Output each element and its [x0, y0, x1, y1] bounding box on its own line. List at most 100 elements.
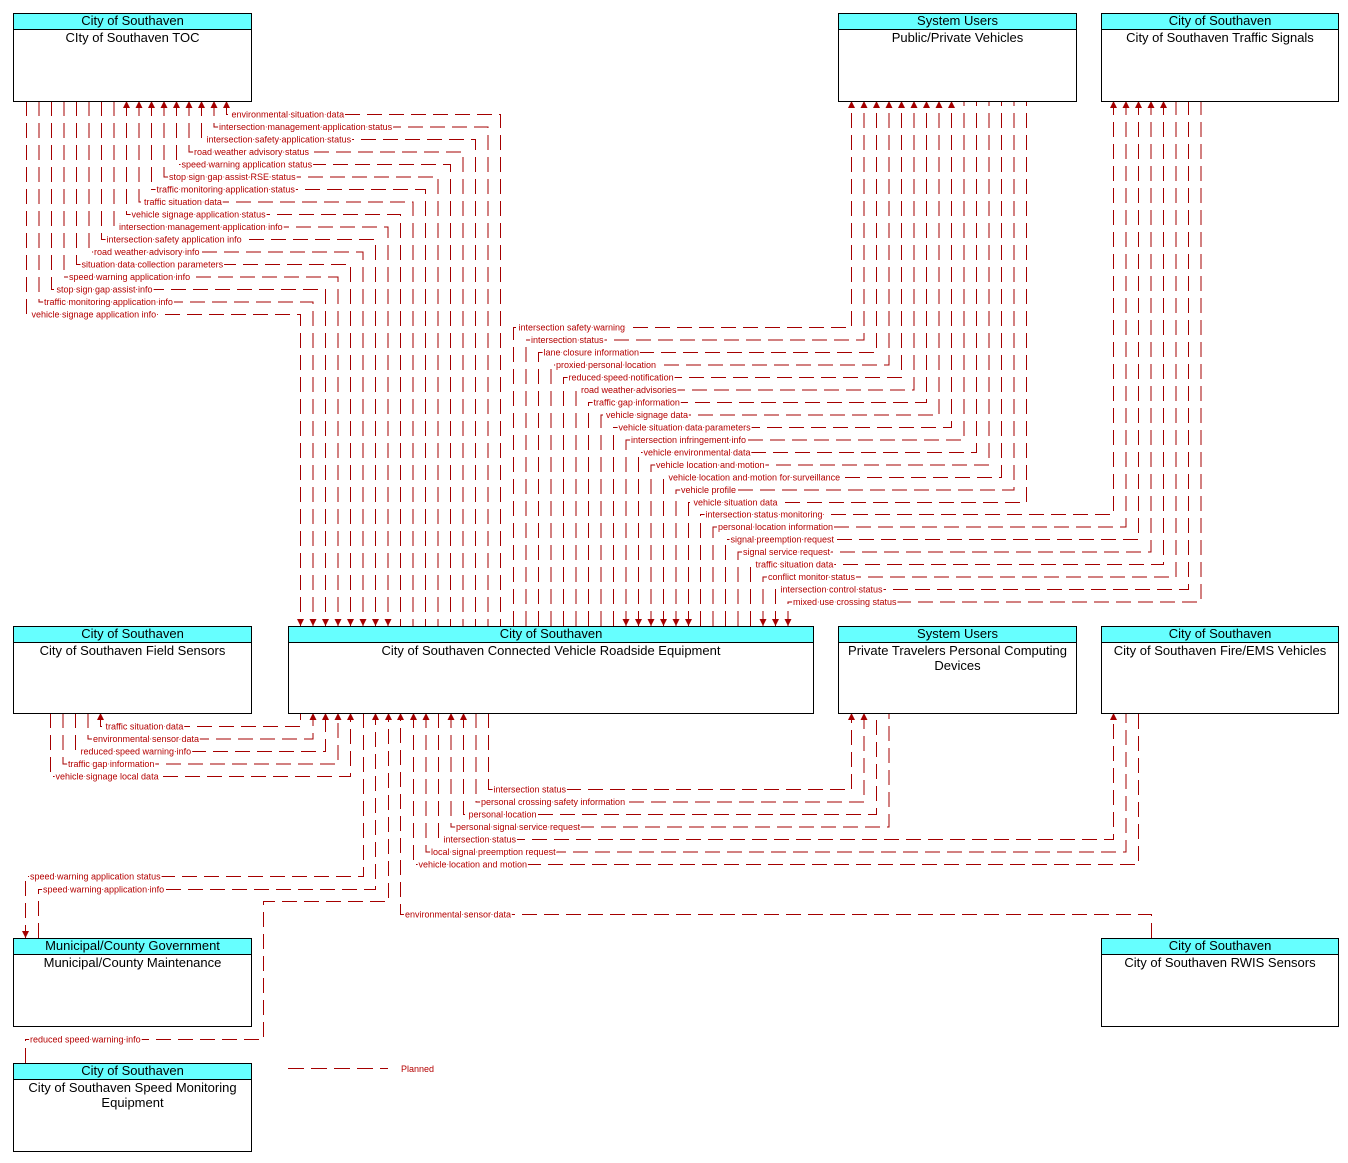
- flow-label[interactable]: traffic monitoring application info: [43, 296, 175, 309]
- flow-label[interactable]: intersection safety warning: [517, 321, 627, 334]
- flow-label[interactable]: traffic gap information: [592, 396, 681, 409]
- arrow-down-icon: [359, 619, 367, 626]
- flow-label[interactable]: vehicle location and motion for surveill…: [667, 471, 842, 484]
- element-name: Municipal/County Maintenance: [43, 955, 222, 970]
- arrow-up-icon: [97, 713, 104, 720]
- arrow-up-icon: [185, 101, 193, 108]
- flow-label[interactable]: vehicle signage data: [605, 409, 690, 422]
- arrow-down-icon: [622, 619, 630, 626]
- flow-label[interactable]: traffic situation data: [754, 558, 835, 571]
- flow-label[interactable]: environmental sensor data: [404, 908, 513, 921]
- flow-label[interactable]: intersection infringement info: [630, 434, 748, 447]
- flow-label[interactable]: personal location information: [717, 521, 835, 534]
- flow-label[interactable]: reduced speed warning info: [79, 745, 193, 758]
- arrow-down-icon: [322, 619, 329, 626]
- arrow-up-icon: [410, 713, 417, 720]
- element-private-travelers-personal-computing-devices[interactable]: System Users Private Travelers Personal …: [838, 626, 1077, 714]
- element-municipal-county-maintenance[interactable]: Municipal/County Government Municipal/Co…: [13, 938, 252, 1027]
- flow-label[interactable]: vehicle location and motion: [417, 858, 529, 871]
- flow-label[interactable]: intersection safety application info: [105, 233, 243, 246]
- flow-rse-to-fs[interactable]: traffic situation data: [97, 713, 301, 733]
- flows-layer: environmental situation dataintersection…: [22, 101, 1202, 1063]
- flow-label[interactable]: road weather advisories: [580, 384, 679, 397]
- flow-ppv-to-rse[interactable]: vehicle situation data: [685, 101, 1027, 626]
- flow-rse-to-ts[interactable]: signal service request: [737, 101, 1155, 626]
- flow-label[interactable]: traffic situation data: [104, 720, 185, 733]
- flow-label[interactable]: local signal preemption request: [430, 846, 558, 859]
- flow-rse-to-ptpcd[interactable]: intersection status: [488, 713, 856, 796]
- arrow-down-icon: [22, 931, 29, 938]
- flow-label[interactable]: intersection management application stat…: [218, 121, 395, 134]
- flow-label[interactable]: speed warning application status: [29, 870, 163, 883]
- flow-label[interactable]: intersection management application info: [118, 221, 285, 234]
- flow-label[interactable]: reduced speed warning info: [29, 1033, 143, 1046]
- flow-label[interactable]: vehicle environmental data: [642, 446, 752, 459]
- flow-ppv-to-rse[interactable]: vehicle profile: [672, 101, 1015, 626]
- flow-label[interactable]: personal location: [467, 808, 538, 821]
- flow-label[interactable]: speed warning application info: [68, 271, 192, 284]
- element-fire-ems-vehicles[interactable]: City of Southaven City of Southaven Fire…: [1101, 626, 1339, 714]
- flow-label[interactable]: traffic monitoring application status: [155, 183, 297, 196]
- arrow-up-icon: [160, 101, 168, 108]
- element-city-of-southaven-toc[interactable]: City of Southaven CIty of Southaven TOC: [13, 13, 252, 102]
- flow-label[interactable]: environmental situation data: [230, 108, 346, 121]
- flow-label[interactable]: vehicle location and motion: [655, 459, 767, 472]
- arrow-down-icon: [297, 619, 304, 626]
- stakeholder-label: City of Southaven: [14, 14, 251, 30]
- flow-ppv-to-rse[interactable]: vehicle location and motion for surveill…: [660, 101, 1002, 626]
- flow-label[interactable]: intersection status monitoring: [704, 508, 824, 521]
- flow-label[interactable]: personal crossing safety information: [480, 796, 627, 809]
- flow-label[interactable]: conflict monitor status: [767, 571, 858, 584]
- flow-label[interactable]: reduced speed notification: [567, 371, 675, 384]
- flow-label[interactable]: intersection status: [492, 783, 568, 796]
- flow-rse-to-toc[interactable]: stop sign gap assist RSE status: [160, 101, 439, 626]
- flow-label[interactable]: situation data collection parameters: [80, 258, 225, 271]
- flow-label[interactable]: vehicle signage application status: [130, 208, 268, 221]
- element-name: City of Southaven Fire/EMS Vehicles: [1113, 643, 1327, 658]
- element-field-sensors[interactable]: City of Southaven City of Southaven Fiel…: [13, 626, 252, 714]
- flow-label[interactable]: stop sign gap assist info: [55, 283, 154, 296]
- flow-line: [488, 713, 852, 790]
- flow-label[interactable]: road weather advisory info: [93, 246, 202, 259]
- element-rwis-sensors[interactable]: City of Southaven City of Southaven RWIS…: [1101, 938, 1339, 1027]
- element-speed-monitoring-equipment[interactable]: City of Southaven City of Southaven Spee…: [13, 1063, 252, 1152]
- flow-label[interactable]: speed warning application info: [42, 883, 166, 896]
- flow-label[interactable]: intersection safety application status: [205, 133, 353, 146]
- flow-label[interactable]: stop sign gap assist RSE status: [168, 171, 298, 184]
- stakeholder-label: City of Southaven: [289, 627, 813, 643]
- element-connected-vehicle-roadside-equipment[interactable]: City of Southaven City of Southaven Conn…: [288, 626, 814, 714]
- element-public-private-vehicles[interactable]: System Users Public/Private Vehicles: [838, 13, 1077, 102]
- stakeholder-label: City of Southaven: [1102, 939, 1338, 955]
- arrow-up-icon: [397, 713, 404, 720]
- flow-label[interactable]: signal service request: [742, 546, 833, 559]
- flow-label[interactable]: vehicle signage application info: [30, 308, 158, 321]
- flow-label[interactable]: intersection status: [442, 833, 518, 846]
- flow-label[interactable]: traffic gap information: [67, 758, 156, 771]
- flow-label[interactable]: mixed use crossing status: [792, 596, 899, 609]
- flow-label[interactable]: intersection status: [530, 334, 606, 347]
- flow-label[interactable]: vehicle profile: [680, 484, 738, 497]
- arrow-up-icon: [1135, 101, 1142, 108]
- flow-rse-to-ppv[interactable]: proxied personal location: [550, 101, 893, 626]
- flow-label[interactable]: vehicle situation data parameters: [617, 421, 753, 434]
- flow-label[interactable]: signal preemption request: [729, 533, 836, 546]
- arrow-up-icon: [447, 713, 455, 720]
- flow-label[interactable]: speed warning application status: [180, 158, 314, 171]
- arrow-up-icon: [848, 101, 855, 108]
- flow-label[interactable]: environmental sensor data: [92, 733, 201, 746]
- flow-label[interactable]: vehicle signage local data: [54, 770, 160, 783]
- arrow-up-icon: [385, 713, 392, 720]
- flow-label[interactable]: lane closure information: [542, 346, 641, 359]
- element-name: City of Southaven Field Sensors: [39, 643, 226, 658]
- flow-label[interactable]: proxied personal location: [555, 359, 658, 372]
- arrow-down-icon: [772, 619, 779, 626]
- flow-line: [438, 713, 1114, 840]
- element-traffic-signals[interactable]: City of Southaven City of Southaven Traf…: [1101, 13, 1339, 102]
- flow-label[interactable]: intersection control status: [779, 583, 885, 596]
- flow-label[interactable]: road weather advisory status: [193, 146, 312, 159]
- flow-rse-to-muni[interactable]: speed warning application status: [22, 713, 364, 938]
- flow-label[interactable]: traffic situation data: [143, 196, 224, 209]
- flow-label[interactable]: personal signal service request: [455, 821, 583, 834]
- flow-label[interactable]: vehicle situation data: [692, 496, 779, 509]
- stakeholder-label: City of Southaven: [14, 627, 251, 643]
